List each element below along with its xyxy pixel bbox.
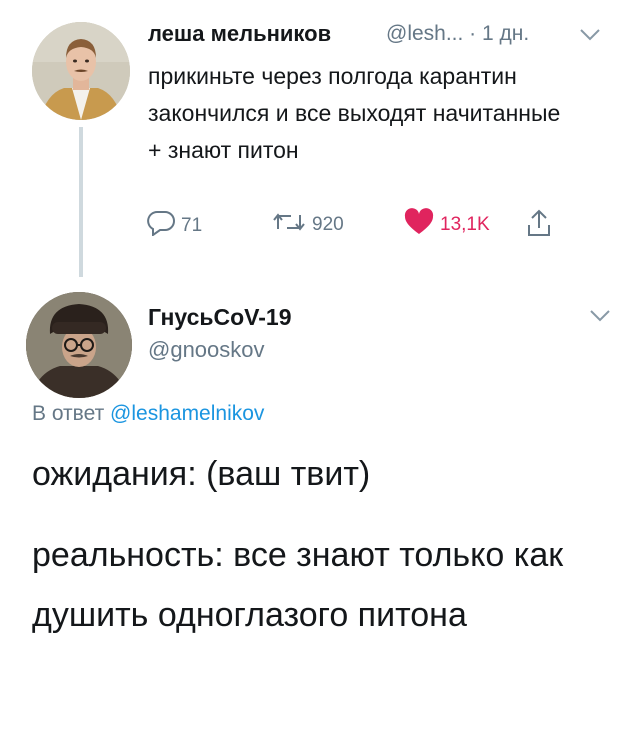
author-name[interactable]: леша мельников	[148, 21, 331, 47]
tweet-text: прикиньте через полгода карантин закончи…	[148, 63, 561, 163]
chevron-down-icon[interactable]	[587, 307, 613, 325]
chevron-down-icon[interactable]	[577, 26, 603, 44]
retweet-count: 920	[312, 214, 344, 235]
share-icon	[526, 208, 552, 244]
thread-connector	[79, 127, 83, 277]
reply-author-avatar[interactable]	[26, 292, 132, 398]
author-avatar[interactable]	[32, 22, 130, 120]
reply-button[interactable]: 71	[147, 210, 202, 242]
reply-context: В ответ @leshamelnikov	[32, 402, 264, 426]
retweet-icon	[272, 210, 306, 240]
reply-count: 71	[181, 215, 203, 236]
reply-icon	[147, 210, 175, 242]
like-button[interactable]: 13,1K	[404, 208, 490, 242]
reply-text-paragraph-1: ожидания: (ваш твит)	[32, 455, 371, 493]
reply-to-prefix: В ответ	[32, 402, 105, 425]
heart-icon	[404, 208, 434, 242]
author-handle-and-time[interactable]: @lesh... · 1 дн.	[386, 22, 529, 46]
reply-author-name[interactable]: ГнусьCoV-19	[148, 304, 291, 331]
retweet-button[interactable]: 920	[272, 210, 344, 240]
like-count: 13,1K	[440, 214, 490, 235]
reply-author-handle[interactable]: @gnooskov	[148, 337, 265, 363]
reply-text-paragraph-2: реальность: все знают только как душить …	[32, 536, 564, 634]
reply-to-mention-link[interactable]: @leshamelnikov	[110, 402, 264, 425]
share-button[interactable]	[526, 208, 552, 244]
